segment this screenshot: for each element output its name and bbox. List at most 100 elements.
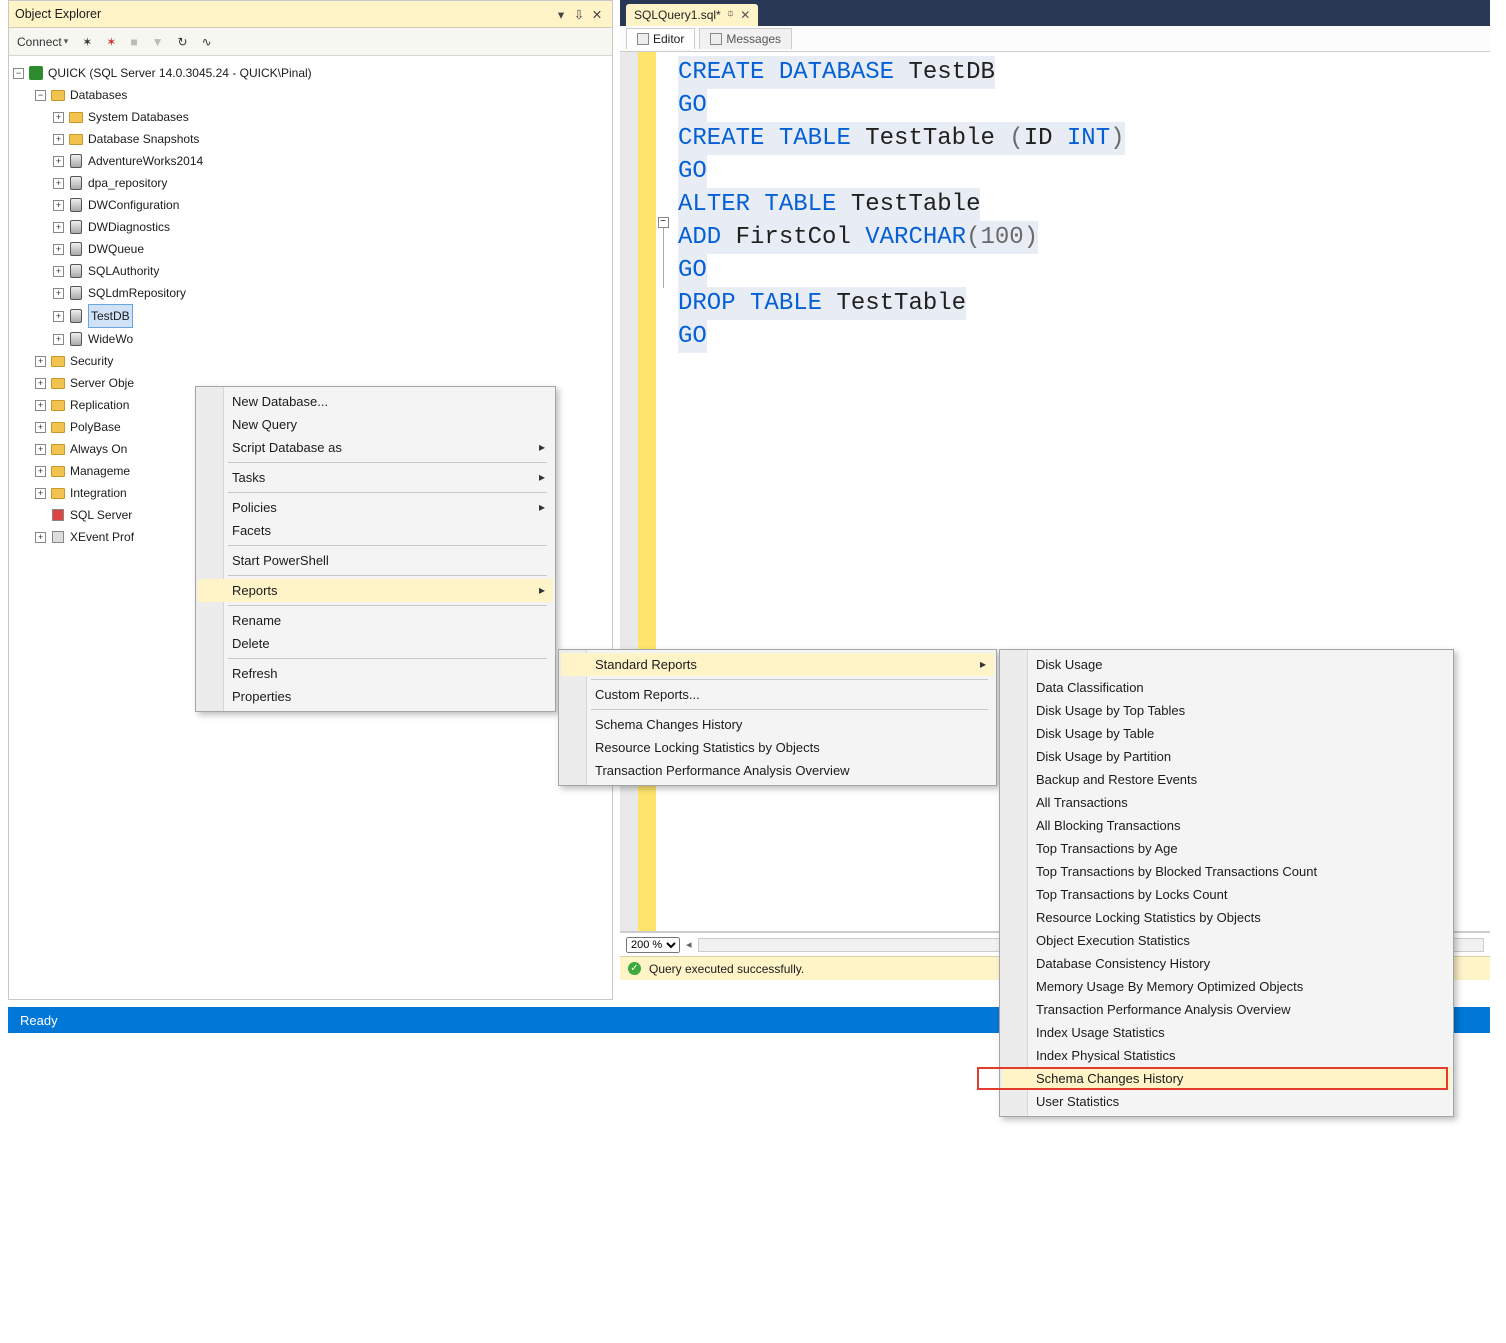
menu-standard-report-item[interactable]: Disk Usage (1002, 653, 1451, 676)
menu-standard-report-item[interactable]: Transaction Performance Analysis Overvie… (1002, 998, 1451, 1021)
menu-rename[interactable]: Rename (198, 609, 553, 632)
disconnect-all-icon[interactable]: ✶ (104, 33, 118, 51)
menu-delete[interactable]: Delete (198, 632, 553, 655)
tree-node[interactable]: +DWQueue (13, 238, 608, 260)
menu-standard-report-item[interactable]: Backup and Restore Events (1002, 768, 1451, 791)
menu-schema-changes-history[interactable]: Schema Changes History (561, 713, 994, 736)
tree-node[interactable]: +TestDB (13, 304, 608, 328)
menu-script-database-as[interactable]: Script Database as (198, 436, 553, 459)
menu-standard-report-item[interactable]: Database Consistency History (1002, 952, 1451, 975)
menu-standard-report-item[interactable]: User Statistics (1002, 1090, 1451, 1113)
database-icon (70, 286, 82, 300)
object-explorer-toolbar: Connect▾ ✶ ✶ ■ ▼ ↻ ∿ (9, 28, 612, 56)
folder-icon (51, 356, 65, 367)
folder-icon (51, 90, 65, 101)
dropdown-icon[interactable]: ▾ (552, 7, 570, 22)
menu-refresh[interactable]: Refresh (198, 662, 553, 685)
document-tab-bar: SQLQuery1.sql* ⯐ ✕ (620, 0, 1490, 26)
tree-node[interactable]: +Security (13, 350, 608, 372)
pin-icon[interactable]: ⯐ (727, 7, 735, 24)
tree-node[interactable]: +WideWo (13, 328, 608, 350)
fold-toggle-icon[interactable]: − (658, 217, 669, 228)
scroll-left-icon[interactable]: ◂ (686, 938, 692, 951)
database-icon (70, 242, 82, 256)
database-icon (70, 154, 82, 168)
context-menu-reports: Standard Reports Custom Reports... Schem… (558, 649, 997, 786)
success-icon: ✓ (628, 962, 641, 975)
menu-standard-report-item[interactable]: Disk Usage by Table (1002, 722, 1451, 745)
folder-icon (69, 112, 83, 123)
menu-standard-report-item[interactable]: Schema Changes History (1002, 1067, 1451, 1090)
menu-custom-reports[interactable]: Custom Reports... (561, 683, 994, 706)
menu-policies[interactable]: Policies (198, 496, 553, 519)
folder-icon (51, 444, 65, 455)
editor-gutter: − (620, 52, 670, 931)
zoom-select[interactable]: 200 % (626, 937, 680, 953)
tab-messages[interactable]: Messages (699, 28, 792, 49)
refresh-icon[interactable]: ↻ (176, 33, 190, 51)
editor-tab-icon (637, 33, 649, 45)
tab-editor[interactable]: Editor (626, 28, 695, 49)
tree-node[interactable]: +SQLAuthority (13, 260, 608, 282)
tree-node[interactable]: +System Databases (13, 106, 608, 128)
database-icon (70, 220, 82, 234)
close-icon[interactable]: ✕ (588, 7, 606, 22)
menu-tasks[interactable]: Tasks (198, 466, 553, 489)
menu-properties[interactable]: Properties (198, 685, 553, 708)
menu-standard-report-item[interactable]: Top Transactions by Age (1002, 837, 1451, 860)
folder-icon (69, 134, 83, 145)
menu-new-query[interactable]: New Query (198, 413, 553, 436)
tree-node[interactable]: +DWConfiguration (13, 194, 608, 216)
tree-node[interactable]: +DWDiagnostics (13, 216, 608, 238)
menu-standard-report-item[interactable]: Index Usage Statistics (1002, 1021, 1451, 1044)
tree-node[interactable]: +dpa_repository (13, 172, 608, 194)
context-menu-standard-reports: Disk UsageData ClassificationDisk Usage … (999, 649, 1454, 1117)
menu-standard-report-item[interactable]: Top Transactions by Locks Count (1002, 883, 1451, 906)
database-icon (70, 309, 82, 323)
menu-standard-report-item[interactable]: Index Physical Statistics (1002, 1044, 1451, 1067)
editor-inner-tabs: Editor Messages (620, 26, 1490, 52)
menu-resource-locking-stats[interactable]: Resource Locking Statistics by Objects (561, 736, 994, 759)
menu-txn-perf-overview[interactable]: Transaction Performance Analysis Overvie… (561, 759, 994, 782)
connect-button[interactable]: Connect▾ (15, 33, 70, 51)
folder-icon (51, 488, 65, 499)
document-tab-label: SQLQuery1.sql* (634, 8, 721, 22)
xevent-icon (52, 531, 64, 543)
disconnect-icon[interactable]: ✶ (80, 33, 94, 51)
menu-standard-report-item[interactable]: Resource Locking Statistics by Objects (1002, 906, 1451, 929)
menu-facets[interactable]: Facets (198, 519, 553, 542)
messages-tab-icon (710, 33, 722, 45)
database-icon (70, 198, 82, 212)
tree-node[interactable]: +SQLdmRepository (13, 282, 608, 304)
database-icon (70, 176, 82, 190)
agent-icon (52, 509, 64, 521)
tree-databases-node[interactable]: − Databases (13, 84, 608, 106)
menu-standard-report-item[interactable]: Disk Usage by Partition (1002, 745, 1451, 768)
menu-standard-report-item[interactable]: Top Transactions by Blocked Transactions… (1002, 860, 1451, 883)
menu-standard-report-item[interactable]: All Transactions (1002, 791, 1451, 814)
tree-node[interactable]: +AdventureWorks2014 (13, 150, 608, 172)
server-icon (29, 66, 43, 80)
pin-icon[interactable]: ⇩ (570, 7, 588, 22)
menu-new-database[interactable]: New Database... (198, 390, 553, 413)
stop-icon[interactable]: ■ (128, 33, 139, 51)
folder-icon (51, 422, 65, 433)
menu-reports[interactable]: Reports (198, 579, 553, 602)
menu-standard-report-item[interactable]: All Blocking Transactions (1002, 814, 1451, 837)
menu-standard-report-item[interactable]: Disk Usage by Top Tables (1002, 699, 1451, 722)
context-menu-database: New Database... New Query Script Databas… (195, 386, 556, 712)
menu-standard-report-item[interactable]: Object Execution Statistics (1002, 929, 1451, 952)
menu-standard-report-item[interactable]: Memory Usage By Memory Optimized Objects (1002, 975, 1451, 998)
tree-node[interactable]: +Database Snapshots (13, 128, 608, 150)
menu-standard-report-item[interactable]: Data Classification (1002, 676, 1451, 699)
database-icon (70, 332, 82, 346)
object-explorer-title: Object Explorer (15, 7, 552, 21)
menu-standard-reports[interactable]: Standard Reports (561, 653, 994, 676)
document-tab[interactable]: SQLQuery1.sql* ⯐ ✕ (626, 4, 758, 26)
close-icon[interactable]: ✕ (740, 8, 750, 22)
tree-server-node[interactable]: − QUICK (SQL Server 14.0.3045.24 - QUICK… (13, 62, 608, 84)
menu-start-powershell[interactable]: Start PowerShell (198, 549, 553, 572)
folder-icon (51, 378, 65, 389)
activity-icon[interactable]: ∿ (200, 33, 214, 51)
filter-icon[interactable]: ▼ (150, 33, 166, 51)
